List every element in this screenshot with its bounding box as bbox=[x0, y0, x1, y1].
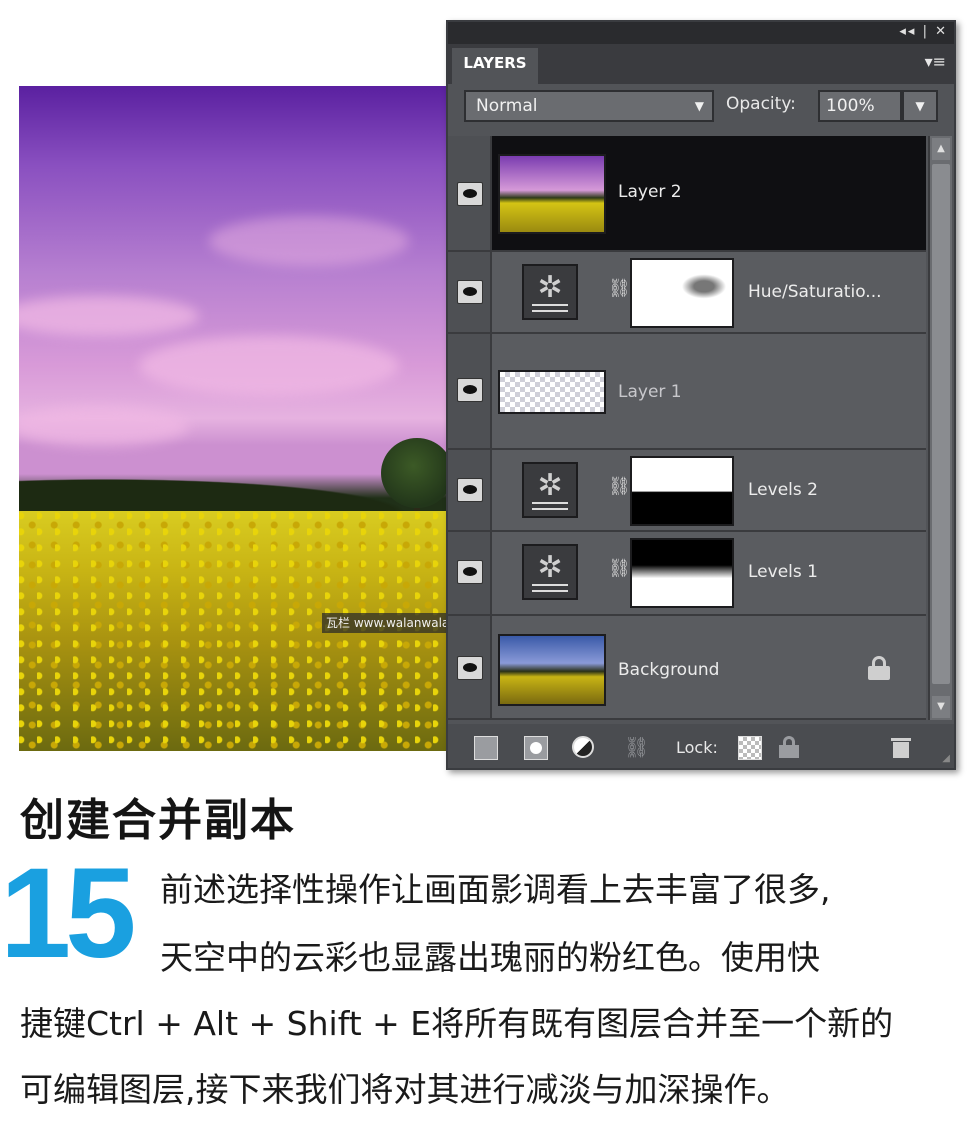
layer-name: Hue/Saturatio... bbox=[748, 282, 882, 302]
layer-row-levels-1[interactable]: ✲ ⛓ Levels 1 bbox=[448, 532, 926, 616]
blend-mode-select[interactable]: Normal ▼ bbox=[464, 90, 714, 122]
layer-name: Levels 1 bbox=[748, 562, 818, 582]
opacity-slider-button[interactable]: ▼ bbox=[902, 90, 938, 122]
visibility-eye-icon[interactable] bbox=[457, 560, 483, 584]
visibility-eye-icon[interactable] bbox=[457, 656, 483, 680]
trash-icon[interactable] bbox=[890, 736, 912, 758]
link-layers-icon[interactable]: ⛓ bbox=[624, 736, 649, 758]
layer-mask-thumbnail bbox=[630, 456, 734, 526]
layer-thumbnail bbox=[498, 154, 606, 234]
panel-tabbar: LAYERS ▾≡ bbox=[448, 44, 954, 84]
article-heading: 创建合并副本 bbox=[20, 795, 296, 846]
visibility-eye-icon[interactable] bbox=[457, 478, 483, 502]
lock-transparency-icon[interactable] bbox=[738, 736, 762, 760]
layer-mask-thumbnail bbox=[630, 538, 734, 608]
layer-name: Levels 2 bbox=[748, 480, 818, 500]
adjustment-layer-icon[interactable] bbox=[572, 736, 594, 758]
lock-all-icon[interactable] bbox=[778, 736, 800, 758]
lock-icon bbox=[868, 656, 890, 680]
layer-name: Layer 2 bbox=[618, 182, 682, 202]
layers-list: Layer 2 ✲ ⛓ Hue/Saturatio... Layer 1 ✲ ⛓… bbox=[448, 136, 928, 720]
chevron-down-icon: ▼ bbox=[694, 99, 704, 113]
layer-row-hue-saturation[interactable]: ✲ ⛓ Hue/Saturatio... bbox=[448, 252, 926, 334]
layer-thumbnail bbox=[498, 370, 606, 414]
layer-row-levels-2[interactable]: ✲ ⛓ Levels 2 bbox=[448, 450, 926, 532]
visibility-eye-icon[interactable] bbox=[457, 182, 483, 206]
new-layer-icon[interactable] bbox=[474, 736, 498, 760]
visibility-eye-icon[interactable] bbox=[457, 280, 483, 304]
layers-panel: ◂◂ | ✕ LAYERS ▾≡ Normal ▼ Opacity: 100% … bbox=[446, 20, 956, 770]
scroll-thumb[interactable] bbox=[932, 164, 950, 684]
add-mask-icon[interactable] bbox=[524, 736, 548, 760]
panel-menu-icon[interactable]: ▾≡ bbox=[925, 52, 946, 71]
lock-label: Lock: bbox=[676, 738, 718, 757]
body-line-1: 前述选择性操作让画面影调看上去丰富了很多, bbox=[160, 870, 831, 909]
layer-row-layer-1[interactable]: Layer 1 bbox=[448, 334, 926, 450]
layer-name: Background bbox=[618, 660, 720, 680]
panel-titlebar: ◂◂ | ✕ bbox=[448, 22, 954, 44]
link-chain-icon[interactable]: ⛓ bbox=[608, 476, 631, 502]
tab-layers[interactable]: LAYERS bbox=[452, 48, 538, 84]
body-line-2: 天空中的云彩也显露出瑰丽的粉红色。使用快 bbox=[160, 938, 820, 977]
landscape-photo bbox=[19, 86, 449, 751]
body-line-3: 捷键Ctrl + Alt + Shift + E将所有既有图层合并至一个新的 bbox=[20, 1004, 894, 1043]
scroll-up-icon[interactable]: ▲ bbox=[932, 138, 950, 160]
scroll-down-icon[interactable]: ▼ bbox=[932, 696, 950, 718]
adjustment-gear-icon: ✲ bbox=[522, 462, 578, 518]
link-chain-icon[interactable]: ⛓ bbox=[608, 558, 631, 584]
layer-thumbnail bbox=[498, 634, 606, 706]
opacity-field[interactable]: 100% bbox=[818, 90, 902, 122]
panel-footer: ⛓ Lock: ◢ bbox=[448, 724, 954, 768]
link-chain-icon[interactable]: ⛓ bbox=[608, 278, 631, 304]
collapse-close-icons[interactable]: ◂◂ | ✕ bbox=[899, 24, 948, 39]
layers-scrollbar[interactable]: ▲ ▼ bbox=[928, 136, 952, 720]
layer-row-background[interactable]: Background bbox=[448, 616, 926, 720]
tree bbox=[381, 438, 449, 508]
blend-mode-value: Normal bbox=[476, 96, 538, 116]
adjustment-gear-icon: ✲ bbox=[522, 264, 578, 320]
resize-grip-icon[interactable]: ◢ bbox=[942, 753, 950, 764]
opacity-label: Opacity: bbox=[726, 94, 796, 114]
layer-mask-thumbnail bbox=[630, 258, 734, 328]
visibility-eye-icon[interactable] bbox=[457, 378, 483, 402]
layer-name: Layer 1 bbox=[618, 382, 682, 402]
adjustment-gear-icon: ✲ bbox=[522, 544, 578, 600]
body-line-4: 可编辑图层,接下来我们将对其进行减淡与加深操作。 bbox=[20, 1070, 790, 1109]
step-number: 15 bbox=[0, 842, 136, 985]
layer-row-layer-2[interactable]: Layer 2 bbox=[448, 136, 926, 252]
